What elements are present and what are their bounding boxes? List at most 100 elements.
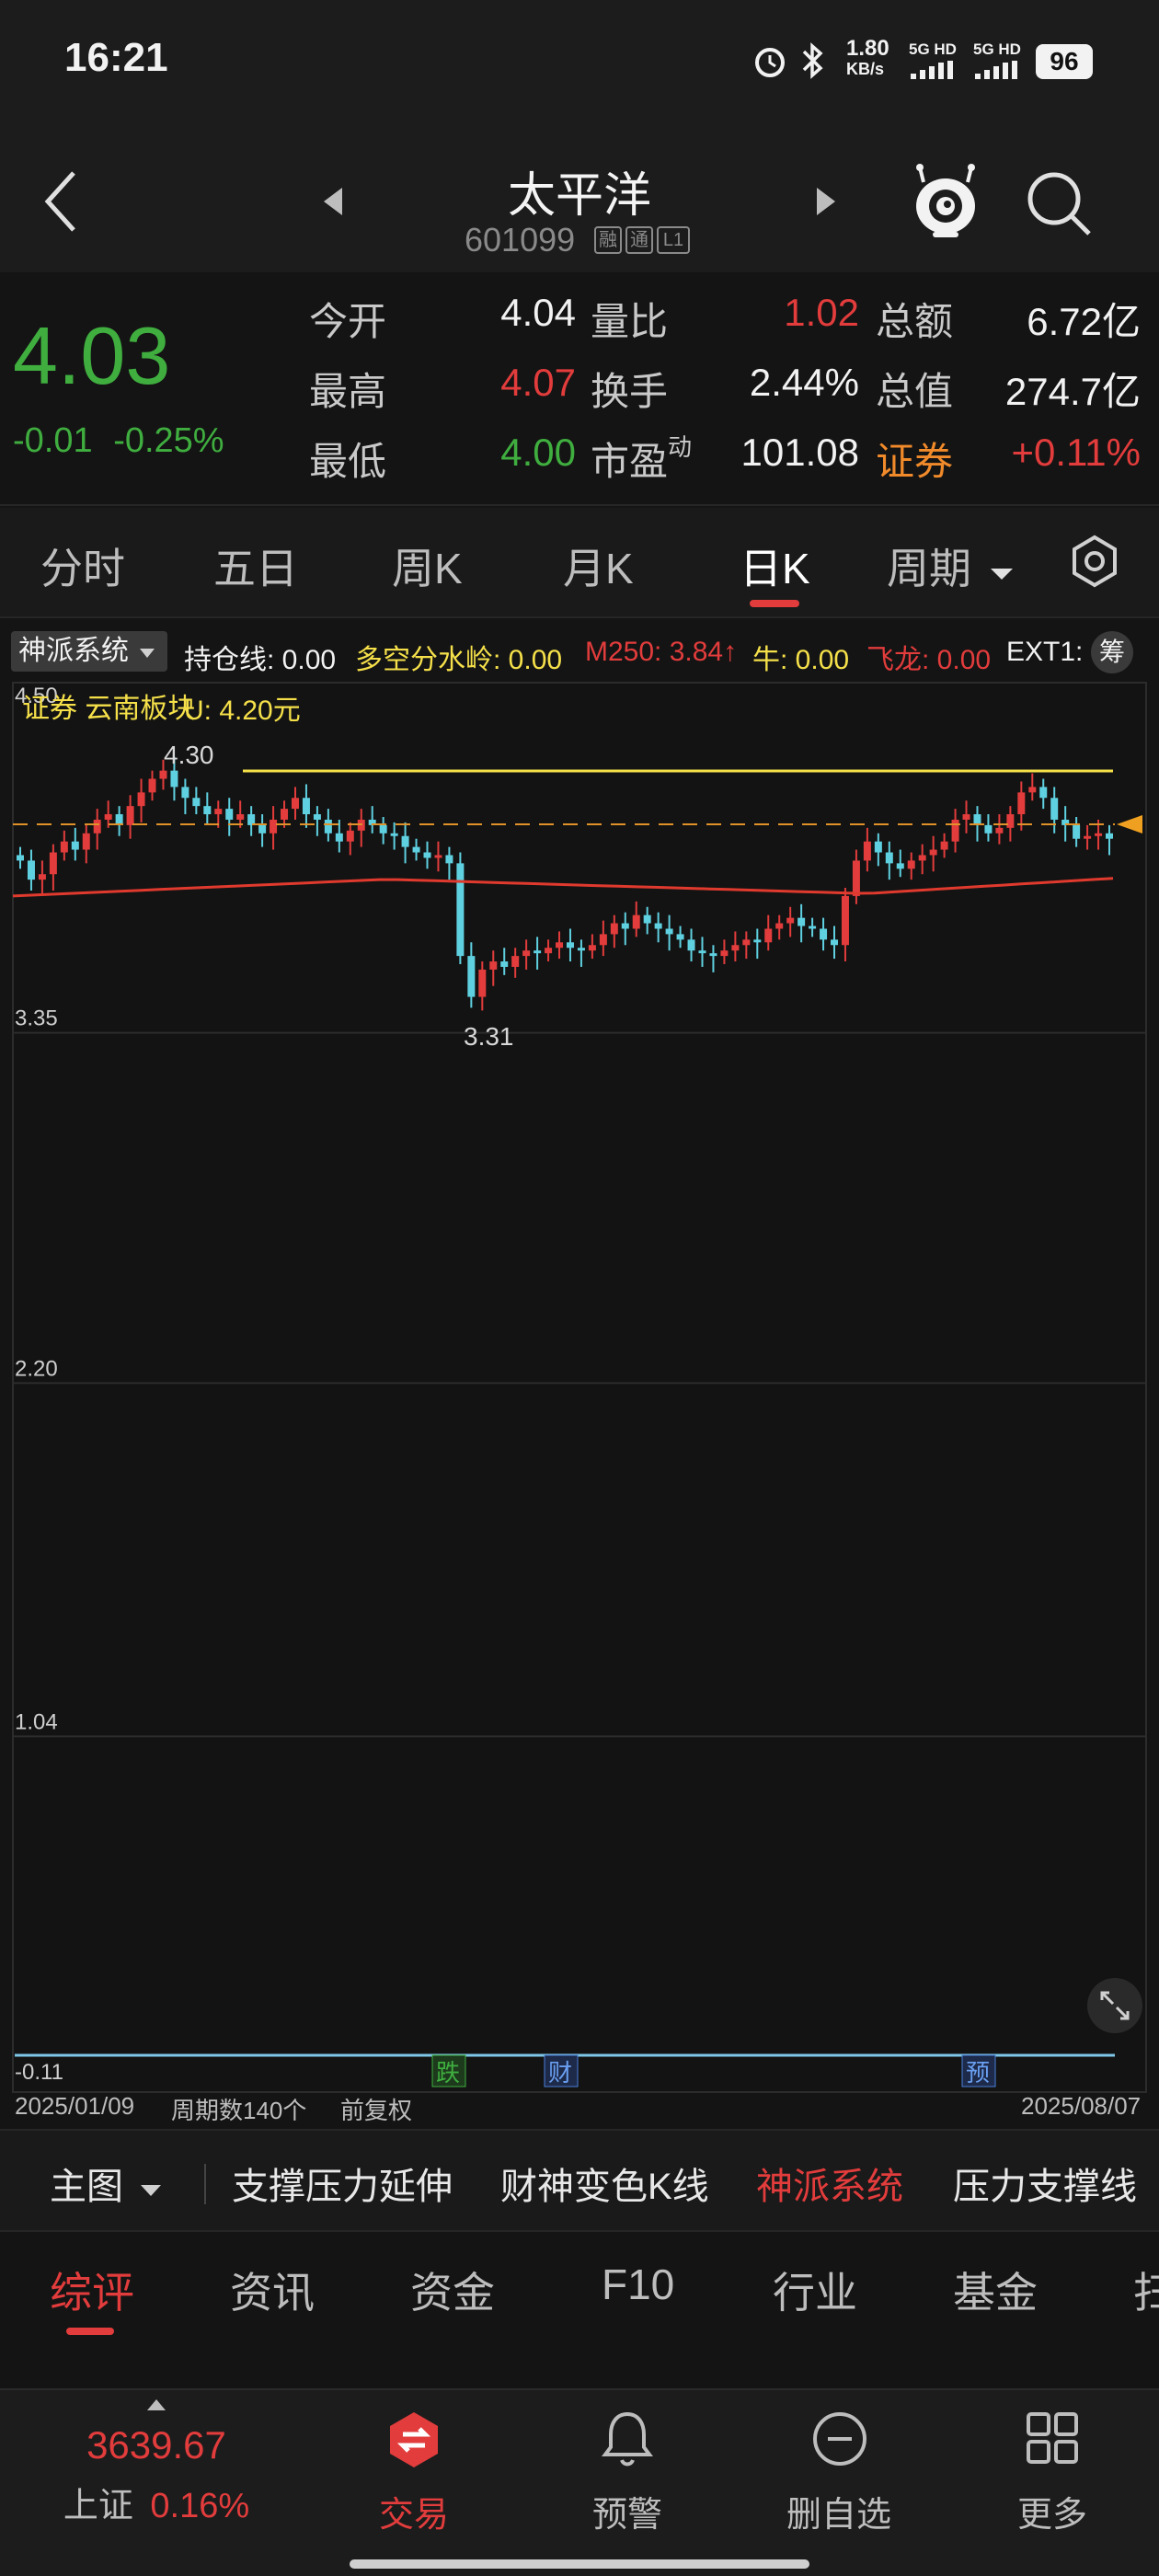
- candle-body: [324, 819, 332, 834]
- tab-weekly[interactable]: 周K: [392, 535, 463, 596]
- chart-adjust-mode[interactable]: 前复权: [340, 2092, 412, 2126]
- candle-body: [654, 923, 662, 929]
- sim1-label: 5G HD: [909, 40, 957, 58]
- bluetooth-icon: [802, 42, 823, 79]
- index-change: 0.16%: [150, 2487, 250, 2525]
- candle-body: [610, 923, 618, 935]
- candle-body: [820, 928, 828, 940]
- candle-body: [556, 942, 564, 949]
- candle-body: [742, 939, 751, 946]
- indicator-row: 神派系统 持仓线: 0.00 多空分水岭: 0.00 M250: 3.84↑ 牛…: [0, 618, 1159, 684]
- candle-body: [588, 945, 596, 951]
- candle-body: [863, 841, 871, 861]
- tab-period-dropdown[interactable]: 周期: [887, 535, 1015, 596]
- connect-tag: 通: [625, 226, 653, 254]
- nav-alert[interactable]: 预警: [535, 2390, 719, 2556]
- high-label: 最高: [309, 370, 387, 413]
- stock-name: 太平洋: [507, 169, 651, 223]
- y-tick-label: 3.35: [15, 1006, 58, 1031]
- market-cap-value: 274.7亿: [1004, 370, 1141, 413]
- nav-alert-label: 预警: [591, 2496, 662, 2535]
- main-chart-tabs: 主图 支撑压力延伸 财神变色K线 神派系统 压力支撑线: [0, 2129, 1159, 2232]
- candle-body: [786, 917, 795, 924]
- mascot-icon[interactable]: [911, 162, 981, 239]
- candle-body: [302, 798, 310, 815]
- candle-body: [1073, 824, 1081, 839]
- candle-body: [412, 846, 420, 853]
- tab-daily[interactable]: 日K: [740, 535, 810, 596]
- tab-monthly[interactable]: 月K: [563, 535, 634, 596]
- tab-color-kline[interactable]: 财神变色K线: [500, 2156, 709, 2210]
- candle-body: [566, 942, 574, 949]
- candle-body: [687, 939, 695, 951]
- price-annotation: U: 4.20元: [184, 696, 301, 726]
- tab-more-partial[interactable]: 扫: [1133, 2260, 1159, 2320]
- candle-body: [984, 824, 993, 834]
- tab-period-label: 周期: [887, 545, 971, 592]
- tab-support-extend[interactable]: 支撑压力延伸: [232, 2156, 453, 2210]
- search-icon[interactable]: [1025, 169, 1093, 237]
- candle-body: [335, 833, 343, 842]
- next-stock-icon[interactable]: [815, 186, 837, 217]
- high-price-label: 4.30: [164, 741, 214, 769]
- trade-icon: [390, 2412, 438, 2467]
- candle-body: [1106, 833, 1113, 839]
- tab-fund[interactable]: 基金: [953, 2260, 1038, 2320]
- candle-body: [896, 863, 904, 869]
- nav-more[interactable]: 更多: [960, 2390, 1144, 2556]
- tab-shenpai-system[interactable]: 神派系统: [756, 2156, 903, 2210]
- indicator-watershed: 多空分水岭: 0.00: [355, 645, 563, 675]
- candle-body: [775, 923, 784, 929]
- candle-body: [809, 926, 817, 929]
- candle-body: [632, 914, 640, 929]
- nav-remove-watchlist[interactable]: 删自选: [747, 2390, 931, 2556]
- nav-trade[interactable]: 交易: [322, 2390, 506, 2556]
- candle-body: [159, 770, 167, 779]
- turnover-label: 换手: [591, 370, 669, 413]
- candle-body: [434, 855, 442, 858]
- candle-body: [940, 841, 948, 850]
- candle-body: [346, 830, 354, 842]
- candle-body: [841, 895, 849, 946]
- candle-body: [445, 855, 453, 864]
- tab-industry[interactable]: 行业: [773, 2260, 857, 2320]
- tab-funds-flow[interactable]: 资金: [410, 2260, 495, 2320]
- tab-overview[interactable]: 综评: [50, 2260, 134, 2320]
- settings-icon[interactable]: [1067, 534, 1122, 589]
- active-info-tab-indicator: [66, 2328, 114, 2335]
- open-label: 今开: [309, 300, 387, 343]
- signal-icon-2: [975, 61, 1017, 79]
- candle-body: [401, 835, 409, 847]
- candle-body: [545, 948, 553, 954]
- index-value: 3639.67: [86, 2423, 226, 2467]
- caret-down-icon: [140, 649, 155, 658]
- low-value: 4.00: [500, 431, 576, 474]
- tab-five-day[interactable]: 五日: [213, 535, 298, 596]
- last-price: 4.03: [13, 310, 171, 401]
- candle-body: [698, 950, 706, 954]
- index-ticker[interactable]: 3639.67 上证 0.16%: [46, 2390, 267, 2556]
- caret-down-icon: [141, 2185, 162, 2196]
- home-indicator: [350, 2559, 809, 2569]
- chart-footer: 2025/01/09 周期数140个 前复权 2025/08/07: [0, 2090, 1159, 2126]
- tab-pressure-support[interactable]: 压力支撑线: [953, 2156, 1137, 2210]
- main-chart-select[interactable]: 主图: [50, 2156, 163, 2210]
- price-change: -0.01 -0.25%: [13, 421, 224, 461]
- sector-label[interactable]: 证券: [876, 431, 953, 487]
- info-tabs: 综评 资讯 资金 F10 行业 基金 扫: [0, 2232, 1159, 2335]
- candle-body: [71, 841, 79, 850]
- net-unit: KB/s: [846, 60, 885, 78]
- candle-body: [500, 961, 509, 967]
- indicator-ext1: EXT1:: [1006, 637, 1084, 667]
- tab-news[interactable]: 资讯: [230, 2260, 315, 2320]
- kline-chart[interactable]: 4.503.352.201.04-0.11 证券 云南板块 U: 4.20元 4…: [0, 679, 1159, 2096]
- indicator-system-select[interactable]: 神派系统: [11, 631, 167, 672]
- candle-body: [192, 798, 201, 807]
- pe-value: 101.08: [740, 431, 859, 474]
- tab-f10[interactable]: F10: [602, 2260, 674, 2309]
- fullscreen-icon[interactable]: [1087, 1978, 1142, 2033]
- candle-body: [764, 928, 773, 943]
- tab-intraday[interactable]: 分时: [40, 535, 125, 596]
- candle-body: [291, 798, 299, 810]
- chip-distribution-button[interactable]: 筹: [1091, 631, 1133, 673]
